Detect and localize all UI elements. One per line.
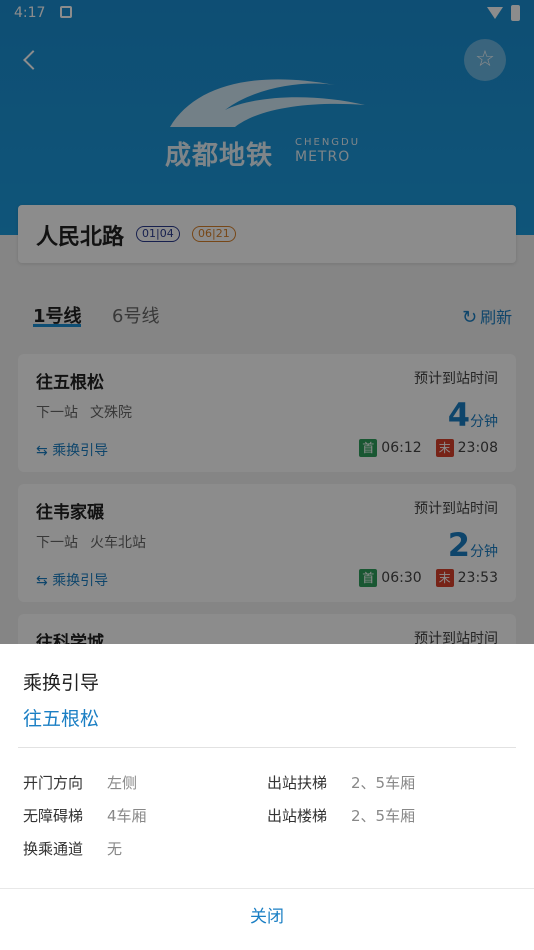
exit-stairs-value: 2、5车厢 [351, 807, 416, 825]
door-side-value: 左侧 [107, 774, 138, 792]
door-side-label: 开门方向 [23, 774, 84, 792]
exit-stairs-label: 出站楼梯 [267, 807, 328, 825]
modal-backdrop[interactable] [0, 0, 534, 644]
accessible-elevator-label: 无障碍梯 [23, 807, 84, 825]
close-button[interactable]: 关闭 [0, 902, 534, 927]
accessible-elevator-value: 4车厢 [107, 807, 147, 825]
sheet-title: 乘换引导 [23, 672, 100, 694]
divider [18, 747, 516, 748]
divider [0, 888, 534, 889]
transfer-passage-label: 换乘通道 [23, 840, 84, 858]
exit-escalator-value: 2、5车厢 [351, 774, 416, 792]
transfer-passage-value: 无 [107, 840, 123, 858]
exit-escalator-label: 出站扶梯 [267, 774, 328, 792]
transfer-guide-sheet: 乘换引导 往五根松 开门方向 左侧 出站扶梯 2、5车厢 无障碍梯 4车厢 出站… [0, 644, 534, 950]
sheet-subtitle: 往五根松 [23, 708, 100, 730]
